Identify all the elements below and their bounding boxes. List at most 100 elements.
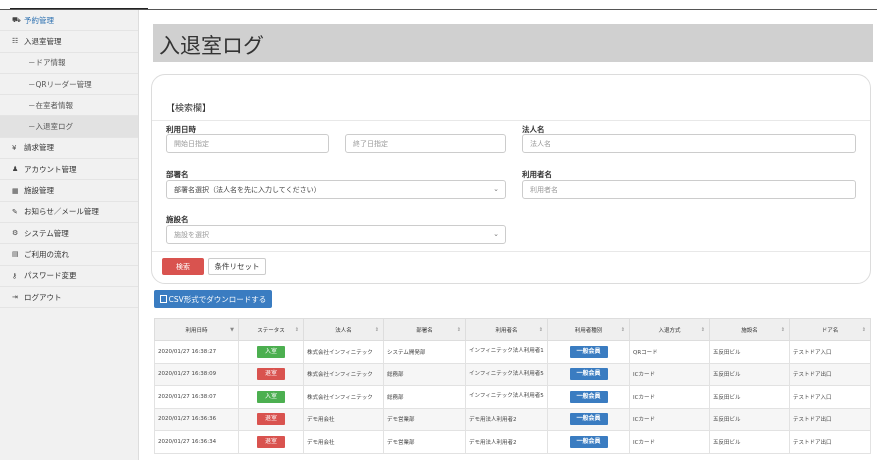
cell-user-type: 一般会員	[547, 407, 630, 431]
search-panel: 【検索欄】 利用日時 開始日指定 終了日指定 法人名 法人名 部署名 部署名選択…	[151, 74, 871, 284]
col-header-method[interactable]: 入退方式 ⇕	[629, 318, 710, 341]
cell-door: テストドア入口	[789, 385, 871, 409]
col-header-dept[interactable]: 部署名 ⇕	[383, 318, 466, 341]
cell-door: テストドア出口	[789, 362, 871, 386]
col-header-date[interactable]: 利用日時 ▼	[154, 318, 239, 341]
sort-icon: ⇕	[456, 327, 461, 333]
header-label: ドア名	[821, 327, 839, 334]
cell-facility: 五反田ビル	[709, 362, 790, 386]
gear-icon: ⚙	[12, 229, 19, 238]
chevron-down-icon: ⌄	[493, 230, 499, 238]
user-icon: ♟	[12, 165, 19, 174]
sidebar-item-system[interactable]: ⚙ システム管理	[0, 223, 138, 245]
sidebar-item-qr-reader[interactable]: － QRリーダー管理	[0, 74, 138, 96]
sidebar-item-notices[interactable]: ✎ お知らせ／メール管理	[0, 202, 138, 223]
col-header-user[interactable]: 利用者名 ⇕	[465, 318, 548, 341]
table-row: 2020/01/27 16:38:07 入室 株式会社インフィニテック 総務部 …	[154, 385, 871, 409]
table-row: 2020/01/27 16:36:36 退室 デモ用会社 デモ営業部 デモ用法人…	[154, 407, 871, 431]
end-date-input[interactable]: 終了日指定	[345, 134, 506, 153]
cell-method: ICカード	[629, 362, 710, 386]
cell-method: ICカード	[629, 407, 710, 431]
header-label: 法人名	[335, 327, 352, 334]
user-type-badge: 一般会員	[569, 390, 608, 403]
sidebar-item-usage-flow[interactable]: ▤ ご利用の流れ	[0, 244, 138, 266]
search-button[interactable]: 検索	[162, 258, 204, 275]
dept-label: 部署名	[166, 170, 189, 179]
sidebar-item-facilities[interactable]: ▦ 施設管理	[0, 180, 138, 202]
yen-icon: ¥	[12, 143, 17, 152]
cell-user: デモ用法人利用者2	[465, 407, 548, 431]
cell-dept: デモ営業部	[383, 430, 466, 454]
sidebar-item-accounts[interactable]: ♟ アカウント管理	[0, 159, 138, 181]
user-type-badge: 一般会員	[569, 368, 608, 381]
reset-button[interactable]: 条件リセット	[208, 258, 266, 275]
sort-icon: ⇕	[538, 327, 543, 333]
user-type-badge: 一般会員	[569, 435, 608, 448]
cell-user: インフィニテック法人利用者5	[465, 362, 548, 386]
cell-date: 2020/01/27 16:36:36	[154, 407, 239, 431]
dash-marker: －	[28, 100, 36, 110]
sort-icon: ⇕	[374, 327, 379, 333]
cell-user-type: 一般会員	[547, 385, 630, 409]
chevron-down-icon: ⌄	[493, 185, 499, 193]
col-header-status[interactable]: ステータス ⇕	[238, 318, 304, 341]
sidebar-item-billing[interactable]: ¥ 請求管理	[0, 138, 138, 160]
user-input[interactable]: 利用者名	[522, 180, 856, 199]
dash-marker: －	[28, 79, 36, 89]
sidebar-item-logout[interactable]: ⇥ ログアウト	[0, 287, 138, 309]
header-label: 入退方式	[658, 327, 681, 334]
corp-input[interactable]: 法人名	[522, 134, 856, 153]
col-header-user-type[interactable]: 利用者種別 ⇕	[547, 318, 630, 341]
logout-icon: ⇥	[12, 293, 18, 301]
table-row: 2020/01/27 16:38:09 退室 株式会社インフィニテック 総務部 …	[154, 362, 871, 386]
sort-icon: ⇕	[700, 327, 705, 333]
dash-marker: －	[28, 58, 36, 68]
sort-icon: ⇕	[861, 327, 866, 333]
cell-facility: 五反田ビル	[709, 340, 790, 364]
csv-download-button[interactable]: CSV形式でダウンロードする	[154, 290, 272, 308]
start-date-input[interactable]: 開始日指定	[166, 134, 329, 153]
col-header-corp[interactable]: 法人名 ⇕	[303, 318, 384, 341]
sort-icon: ⇕	[620, 327, 625, 333]
cell-user-type: 一般会員	[547, 430, 630, 454]
sidebar-item-occupants[interactable]: －在室者情報	[0, 95, 138, 117]
cell-dept: システム開発部	[383, 340, 466, 364]
building-icon: ▦	[12, 186, 19, 195]
table-header-row: 利用日時 ▼ ステータス ⇕ 法人名 ⇕ 部署名 ⇕ 利用者名 ⇕ 利用者種別 ⇕ 入退方式…	[154, 318, 871, 341]
sidebar-item-password[interactable]: ⚷ パスワード変更	[0, 266, 138, 287]
sidebar-item-entry-log[interactable]: －入退室ログ	[0, 116, 138, 138]
cell-method: ICカード	[629, 430, 710, 454]
user-type-badge: 一般会員	[569, 413, 608, 426]
cell-status: 退室	[238, 362, 304, 386]
cell-user-type: 一般会員	[547, 362, 630, 386]
file-icon	[159, 295, 167, 303]
sidebar-item-door-info[interactable]: －ドア情報	[0, 53, 138, 74]
cell-door: テストドア入口	[789, 340, 871, 364]
status-badge: 入室	[257, 345, 285, 358]
cell-dept: デモ営業部	[383, 407, 466, 431]
dept-select[interactable]: 部署名選択（法人名を先に入力してください） ⌄	[166, 180, 506, 199]
status-badge: 退室	[257, 368, 285, 381]
sort-desc-icon: ▼	[230, 327, 234, 333]
cell-user: インフィニテック法人利用者5	[465, 385, 548, 409]
list-icon: ☷	[12, 37, 19, 46]
sidebar-item-reservations[interactable]: ⛟ 予約管理	[0, 10, 138, 32]
table-row: 2020/01/27 16:38:27 入室 株式会社インフィニテック システム…	[154, 340, 871, 364]
status-badge: 入室	[257, 390, 285, 403]
cell-user: デモ用法人利用者2	[465, 430, 548, 454]
cell-door: テストドア出口	[789, 430, 871, 454]
header-label: 利用者名	[495, 327, 518, 334]
cart-icon: ⛟	[12, 15, 21, 24]
sidebar-item-entry-management[interactable]: ☷ 入退室管理	[0, 31, 138, 53]
col-header-facility[interactable]: 施設名 ⇕	[709, 318, 790, 341]
sort-icon: ⇕	[294, 327, 299, 333]
entry-log-table: 利用日時 ▼ ステータス ⇕ 法人名 ⇕ 部署名 ⇕ 利用者名 ⇕ 利用者種別 ⇕ 入退方式…	[154, 318, 871, 454]
cell-date: 2020/01/27 16:38:27	[154, 340, 239, 364]
csv-download-label: CSV形式でダウンロードする	[168, 294, 267, 304]
cell-dept: 総務部	[383, 362, 466, 386]
facility-select[interactable]: 施設を選択 ⌄	[166, 225, 506, 244]
cell-status: 退室	[238, 407, 304, 431]
cell-corp: デモ用会社	[303, 430, 384, 454]
col-header-door[interactable]: ドア名 ⇕	[789, 318, 871, 341]
cell-method: ICカード	[629, 385, 710, 409]
